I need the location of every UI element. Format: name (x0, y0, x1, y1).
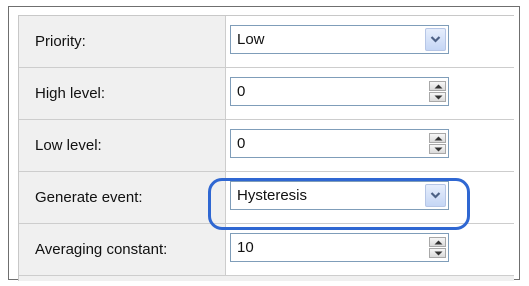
priority-dropdown-button[interactable] (425, 28, 446, 51)
generate-event-cell: Hysteresis (226, 172, 514, 223)
low-level-spin-buttons (429, 133, 446, 154)
spin-down-icon (434, 147, 443, 152)
property-row-low-level: Low level: 0 (19, 120, 514, 172)
high-level-increment-button[interactable] (429, 81, 446, 91)
property-row-priority: Priority: Low (19, 16, 514, 68)
high-level-decrement-button[interactable] (429, 92, 446, 102)
averaging-constant-spin-buttons (429, 237, 446, 258)
chevron-down-icon (430, 36, 441, 43)
property-row-averaging-constant: Averaging constant: 10 (19, 224, 514, 276)
low-level-spinner[interactable]: 0 (230, 129, 449, 158)
spin-down-icon (434, 95, 443, 100)
properties-grid: Priority: Low High level: 0 Low level: 0… (18, 15, 514, 281)
low-level-value: 0 (237, 135, 246, 152)
averaging-constant-value: 10 (237, 239, 254, 256)
high-level-spinner[interactable]: 0 (230, 77, 449, 106)
high-level-label: High level: (35, 85, 106, 102)
averaging-constant-increment-button[interactable] (429, 237, 446, 247)
generate-event-dropdown[interactable]: Hysteresis (230, 181, 449, 210)
chevron-down-icon (430, 192, 441, 199)
spin-up-icon (434, 84, 443, 89)
spin-up-icon (434, 136, 443, 141)
priority-dropdown[interactable]: Low (230, 25, 449, 54)
priority-value: Low (237, 31, 265, 48)
priority-label: Priority: (35, 33, 86, 50)
spin-down-icon (434, 251, 443, 256)
averaging-constant-decrement-button[interactable] (429, 248, 446, 258)
generate-event-label: Generate event: (35, 189, 143, 206)
low-level-cell: 0 (226, 120, 514, 171)
generate-event-value: Hysteresis (237, 187, 308, 204)
property-row-generate-event: Generate event: Hysteresis (19, 172, 514, 224)
averaging-constant-cell: 10 (226, 224, 514, 275)
priority-cell: Low (226, 16, 514, 67)
averaging-constant-spinner[interactable]: 10 (230, 233, 449, 262)
low-level-decrement-button[interactable] (429, 144, 446, 154)
high-level-spin-buttons (429, 81, 446, 102)
high-level-cell: 0 (226, 68, 514, 119)
property-row-high-level: High level: 0 (19, 68, 514, 120)
averaging-constant-label: Averaging constant: (35, 241, 168, 258)
high-level-value: 0 (237, 83, 246, 100)
low-level-label: Low level: (35, 137, 102, 154)
spin-up-icon (434, 240, 443, 245)
low-level-increment-button[interactable] (429, 133, 446, 143)
generate-event-dropdown-button[interactable] (425, 184, 446, 207)
